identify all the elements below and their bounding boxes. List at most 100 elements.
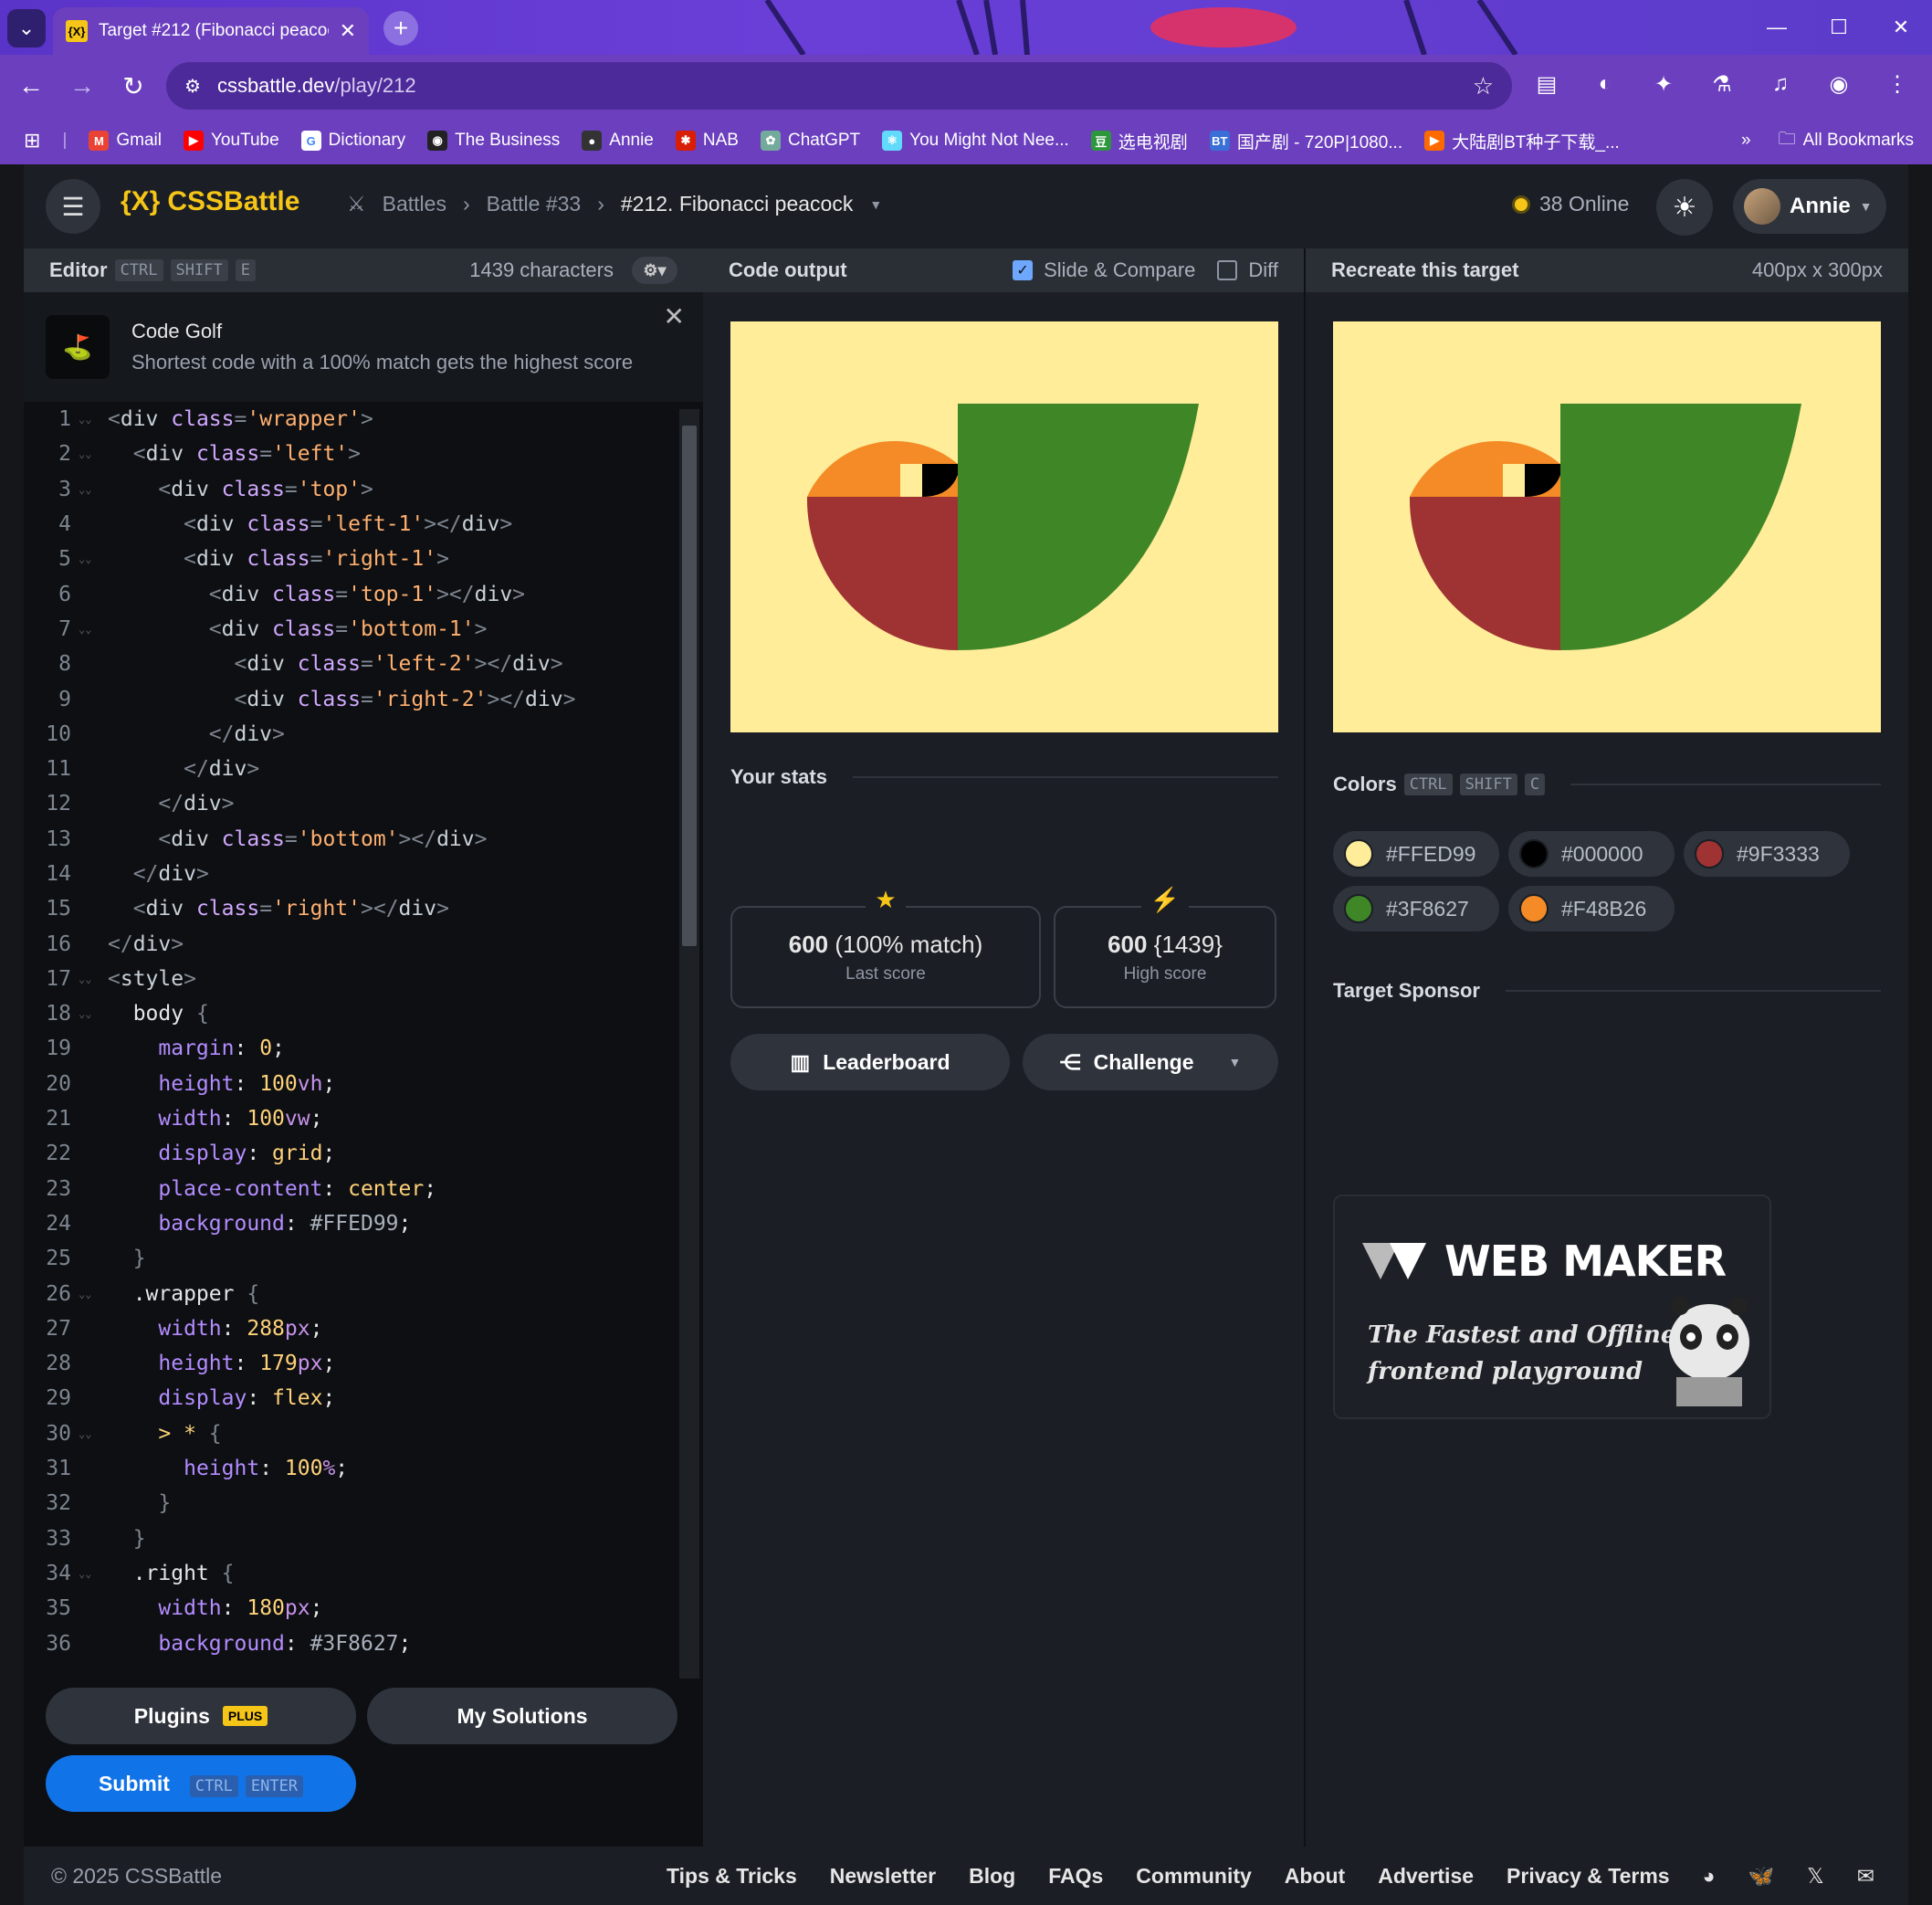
code-line[interactable]: 11 </div > [24,752,703,786]
sponsor-ad[interactable]: WEB MAKER The Fastest and Offline fronte… [1333,1195,1771,1419]
code-line[interactable]: 18 ⌄⌄ body { [24,996,703,1031]
user-menu-button[interactable]: Annie ▼ [1733,179,1886,234]
code-line[interactable]: 21 width: 100 vw; [24,1101,703,1136]
fold-chevron-icon[interactable]: ⌄⌄ [71,553,108,565]
footer-link-newsletter[interactable]: Newsletter [830,1864,936,1889]
code-line[interactable]: 28 height: 179 px; [24,1346,703,1381]
code-line[interactable]: 30 ⌄⌄ > * { [24,1416,703,1451]
code-line[interactable]: 6 < div class ='top-1' ></div > [24,576,703,611]
all-bookmarks-button[interactable]: 🗀 All Bookmarks [1779,126,1914,155]
submit-button[interactable]: Submit CTRL ENTER [46,1755,356,1812]
bookmark-item[interactable]: G Dictionary [300,131,405,151]
code-line[interactable]: 35 width: 180 px; [24,1591,703,1626]
checkbox-checked-icon[interactable]: ✓ [1013,260,1034,280]
editor-settings-gear-icon[interactable]: ⚙▾ [632,257,677,284]
address-bar[interactable]: ⚙ cssbattle.dev/play/212 ☆ [166,62,1512,110]
footer-link-community[interactable]: Community [1136,1864,1252,1889]
code-line[interactable]: 31 height: 100%; [24,1451,703,1486]
theme-toggle-sun-icon[interactable]: ☀ [1656,179,1713,236]
code-line[interactable]: 10 </div > [24,717,703,752]
fold-chevron-icon[interactable]: ⌄⌄ [71,1427,108,1440]
color-swatch[interactable]: #FFED99 [1333,831,1499,877]
email-icon[interactable]: ✉ [1857,1864,1874,1889]
x-twitter-icon[interactable]: 𝕏 [1807,1864,1824,1889]
site-info-icon[interactable]: ⚙ [184,75,201,98]
footer-link-faqs[interactable]: FAQs [1048,1864,1103,1889]
media-control-icon[interactable]: ♫ [1764,68,1797,100]
code-line[interactable]: 2 ⌄⌄ < div class ='left' > [24,437,703,471]
tab-search-button[interactable]: ⌄ [7,9,46,47]
code-line[interactable]: 33 } [24,1521,703,1556]
code-line[interactable]: 13 < div class ='bottom' ></div > [24,822,703,857]
bookmark-item[interactable]: 豆选电视剧 [1090,129,1188,153]
fold-chevron-icon[interactable]: ⌄⌄ [71,623,108,636]
breadcrumb-battles[interactable]: Battles [383,192,446,216]
bookmark-item[interactable]: ⚛ You Might Not Nee... [882,131,1069,151]
code-line[interactable]: 26 ⌄⌄ .wrapper { [24,1276,703,1310]
code-output-render[interactable] [730,321,1278,732]
code-line[interactable]: 3 ⌄⌄ < div class ='top' > [24,472,703,507]
color-swatch[interactable]: #000000 [1508,831,1675,877]
labs-flask-icon[interactable]: ⚗ [1706,68,1738,100]
discord-icon[interactable]: ◕ [1703,1864,1716,1889]
breadcrumb-target[interactable]: #212. Fibonacci peacock [621,192,853,216]
breadcrumb-battle[interactable]: Battle #33 [487,192,582,216]
plugins-button[interactable]: Plugins PLUS [46,1688,356,1744]
fold-chevron-icon[interactable]: ⌄⌄ [71,447,108,460]
extensions-puzzle-icon[interactable]: ✦ [1647,68,1680,100]
code-line[interactable]: 5 ⌄⌄ < div class ='right-1' > [24,542,703,576]
code-line[interactable]: 9 < div class ='right-2' ></div > [24,681,703,716]
fold-chevron-icon[interactable]: ⌄⌄ [71,413,108,426]
footer-link-tips[interactable]: Tips & Tricks [667,1864,797,1889]
close-window-icon[interactable]: ✕ [1870,0,1932,55]
fold-chevron-icon[interactable]: ⌄⌄ [71,973,108,985]
forward-icon[interactable]: → [62,66,102,106]
chevron-down-icon[interactable]: ▼ [1229,1055,1242,1069]
challenge-button[interactable]: ⋲ Challenge ▼ [1023,1034,1278,1090]
code-line[interactable]: 15 < div class ='right' ></div > [24,891,703,926]
bookmark-item[interactable]: ✱ NAB [675,131,739,151]
code-line[interactable]: 8 < div class ='left-2' ></div > [24,647,703,681]
minimize-icon[interactable]: — [1746,0,1808,55]
profile-avatar-icon[interactable]: ◉ [1822,68,1855,100]
code-editor[interactable]: 1 ⌄⌄ < div class ='wrapper' >2 ⌄⌄ < div class = '… [24,402,703,1671]
fold-chevron-icon[interactable]: ⌄⌄ [71,1007,108,1020]
more-bookmarks-button[interactable]: » [1741,131,1751,151]
code-line[interactable]: 32 } [24,1486,703,1521]
bookmark-item[interactable]: ▶ YouTube [184,131,279,151]
fold-chevron-icon[interactable]: ⌄⌄ [71,483,108,496]
code-line[interactable]: 27 width: 288 px; [24,1311,703,1346]
maximize-icon[interactable]: ☐ [1808,0,1870,55]
bookmark-item[interactable]: ◉ The Business [427,131,560,151]
close-icon[interactable]: ✕ [664,301,685,332]
code-line[interactable]: 34 ⌄⌄ .right { [24,1556,703,1591]
footer-link-about[interactable]: About [1285,1864,1345,1889]
apps-grid-icon[interactable]: ⊞ [24,129,40,153]
extension-notes-icon[interactable]: ▤ [1530,68,1563,100]
code-line[interactable]: 24 background: #FFED99; [24,1206,703,1241]
bookmark-item[interactable]: BT 国产剧 - 720P|1080... [1209,129,1402,153]
bookmark-item[interactable]: ▶ 大陆剧BT种子下载_... [1424,129,1620,153]
menu-hamburger-icon[interactable]: ☰ [46,179,100,234]
footer-link-privacy[interactable]: Privacy & Terms [1507,1864,1670,1889]
back-icon[interactable]: ← [11,66,51,106]
code-line[interactable]: 17 ⌄⌄ < style > [24,962,703,996]
footer-link-advertise[interactable]: Advertise [1378,1864,1474,1889]
code-line[interactable]: 20 height: 100 vh; [24,1067,703,1101]
tab-close-icon[interactable]: ✕ [340,19,356,43]
scroll-thumb[interactable] [682,426,697,946]
bookmark-star-icon[interactable]: ☆ [1473,72,1494,100]
code-line[interactable]: 36 background: #3F8627; [24,1626,703,1660]
bluesky-icon[interactable]: 🦋 [1748,1864,1775,1889]
bookmark-item[interactable]: M Gmail [89,131,162,151]
bookmark-item[interactable]: ✿ ChatGPT [760,131,860,151]
fold-chevron-icon[interactable]: ⌄⌄ [71,1288,108,1300]
code-line[interactable]: 1 ⌄⌄ < div class ='wrapper' > [24,402,703,437]
checkbox-icon[interactable] [1217,260,1238,280]
editor-scrollbar[interactable] [679,409,699,1679]
leaderboard-button[interactable]: ▥ Leaderboard [730,1034,1010,1090]
code-line[interactable]: 29 display: flex; [24,1381,703,1416]
code-line[interactable]: 14 </div > [24,857,703,891]
code-line[interactable]: 16 </div > [24,926,703,961]
code-line[interactable]: 4 < div class ='left-1' ></div > [24,507,703,542]
